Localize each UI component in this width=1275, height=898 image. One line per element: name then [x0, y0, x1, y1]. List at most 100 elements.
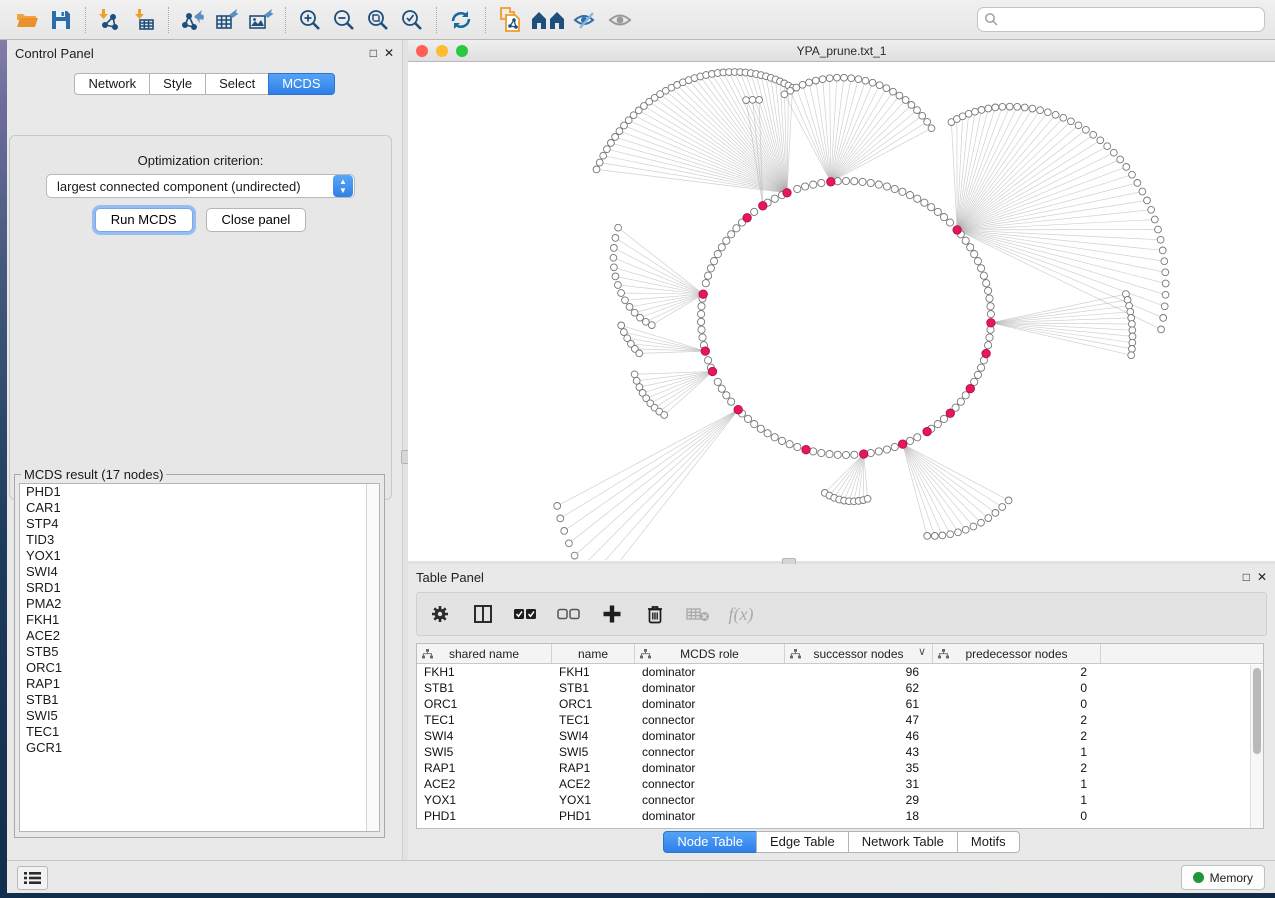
- table-row[interactable]: STB1STB1dominator620: [417, 680, 1263, 696]
- table-cell[interactable]: 0: [933, 696, 1101, 712]
- show-columns-button[interactable]: [470, 601, 496, 627]
- table-cell[interactable]: 46: [785, 728, 933, 744]
- tab-network[interactable]: Network: [74, 73, 150, 95]
- mcds-result-item[interactable]: PMA2: [20, 596, 379, 612]
- mcds-result-item[interactable]: SWI5: [20, 708, 379, 724]
- table-cell[interactable]: 18: [785, 808, 933, 824]
- mcds-result-item[interactable]: PHD1: [20, 484, 379, 500]
- export-image-button[interactable]: [244, 5, 278, 35]
- import-table-button[interactable]: [127, 5, 161, 35]
- tab-style[interactable]: Style: [149, 73, 206, 95]
- scrollbar-thumb[interactable]: [1253, 668, 1261, 754]
- table-row[interactable]: SWI4SWI4dominator462: [417, 728, 1263, 744]
- table-cell[interactable]: RAP1: [417, 760, 552, 776]
- import-network-button[interactable]: [93, 5, 127, 35]
- table-cell[interactable]: TEC1: [552, 712, 635, 728]
- mcds-result-item[interactable]: GCR1: [20, 740, 379, 756]
- save-session-button[interactable]: [44, 5, 78, 35]
- column-header-successor-nodes[interactable]: successor nodes∨: [785, 644, 933, 663]
- table-cell[interactable]: ACE2: [417, 776, 552, 792]
- table-row[interactable]: SWI5SWI5connector431: [417, 744, 1263, 760]
- table-cell[interactable]: SWI5: [552, 744, 635, 760]
- table-row[interactable]: FKH1FKH1dominator962: [417, 664, 1263, 680]
- table-cell[interactable]: connector: [635, 776, 785, 792]
- tab-edge-table[interactable]: Edge Table: [756, 831, 849, 853]
- mcds-result-item[interactable]: TID3: [20, 532, 379, 548]
- float-panel-icon[interactable]: □: [370, 47, 377, 59]
- zoom-fit-button[interactable]: [361, 5, 395, 35]
- table-cell[interactable]: 1: [933, 776, 1101, 792]
- table-cell[interactable]: dominator: [635, 760, 785, 776]
- table-cell[interactable]: TEC1: [417, 712, 552, 728]
- table-cell[interactable]: YOX1: [552, 792, 635, 808]
- mcds-result-item[interactable]: STP4: [20, 516, 379, 532]
- show-all-button[interactable]: [603, 5, 637, 35]
- tab-mcds[interactable]: MCDS: [268, 73, 334, 95]
- table-cell[interactable]: YOX1: [417, 792, 552, 808]
- network-canvas[interactable]: [408, 62, 1275, 560]
- export-network-button[interactable]: [176, 5, 210, 35]
- table-row[interactable]: RAP1RAP1dominator352: [417, 760, 1263, 776]
- table-cell[interactable]: 62: [785, 680, 933, 696]
- table-cell[interactable]: 35: [785, 760, 933, 776]
- table-cell[interactable]: 2: [933, 760, 1101, 776]
- table-cell[interactable]: RAP1: [552, 760, 635, 776]
- mcds-result-item[interactable]: FKH1: [20, 612, 379, 628]
- table-cell[interactable]: 43: [785, 744, 933, 760]
- close-panel-icon[interactable]: ✕: [384, 47, 394, 59]
- table-cell[interactable]: 96: [785, 664, 933, 680]
- table-cell[interactable]: dominator: [635, 728, 785, 744]
- export-table-button[interactable]: [210, 5, 244, 35]
- table-cell[interactable]: 31: [785, 776, 933, 792]
- mcds-result-item[interactable]: STB5: [20, 644, 379, 660]
- table-cell[interactable]: 2: [933, 664, 1101, 680]
- table-row[interactable]: PHD1PHD1dominator180: [417, 808, 1263, 824]
- mcds-result-item[interactable]: CAR1: [20, 500, 379, 516]
- mcds-result-item[interactable]: YOX1: [20, 548, 379, 564]
- table-cell[interactable]: connector: [635, 712, 785, 728]
- mcds-list-scrollbar[interactable]: [366, 484, 379, 831]
- zoom-in-button[interactable]: [293, 5, 327, 35]
- table-cell[interactable]: STB1: [417, 680, 552, 696]
- zoom-selected-button[interactable]: [395, 5, 429, 35]
- table-cell[interactable]: FKH1: [417, 664, 552, 680]
- tab-motifs[interactable]: Motifs: [957, 831, 1020, 853]
- table-cell[interactable]: ORC1: [552, 696, 635, 712]
- first-neighbors-button[interactable]: [527, 5, 569, 35]
- zoom-out-button[interactable]: [327, 5, 361, 35]
- mcds-result-item[interactable]: STB1: [20, 692, 379, 708]
- float-panel-icon[interactable]: □: [1243, 571, 1250, 583]
- run-mcds-button[interactable]: Run MCDS: [95, 208, 193, 232]
- hide-selected-button[interactable]: [569, 5, 603, 35]
- select-all-rows-button[interactable]: [513, 601, 539, 627]
- table-row[interactable]: ORC1ORC1dominator610: [417, 696, 1263, 712]
- table-cell[interactable]: SWI5: [417, 744, 552, 760]
- column-header-shared-name[interactable]: shared name: [417, 644, 552, 663]
- table-cell[interactable]: STB1: [552, 680, 635, 696]
- table-cell[interactable]: 47: [785, 712, 933, 728]
- mcds-result-item[interactable]: ACE2: [20, 628, 379, 644]
- table-scrollbar[interactable]: [1250, 665, 1263, 828]
- apply-layout-button[interactable]: [444, 5, 478, 35]
- close-panel-icon[interactable]: ✕: [1257, 571, 1267, 583]
- table-cell[interactable]: ORC1: [417, 696, 552, 712]
- table-cell[interactable]: 2: [933, 728, 1101, 744]
- table-cell[interactable]: 61: [785, 696, 933, 712]
- table-cell[interactable]: ACE2: [552, 776, 635, 792]
- deselect-all-rows-button[interactable]: [556, 601, 582, 627]
- mcds-result-item[interactable]: TEC1: [20, 724, 379, 740]
- table-cell[interactable]: dominator: [635, 808, 785, 824]
- mcds-result-item[interactable]: SWI4: [20, 564, 379, 580]
- table-cell[interactable]: SWI4: [552, 728, 635, 744]
- column-header-predecessor-nodes[interactable]: predecessor nodes: [933, 644, 1101, 663]
- table-cell[interactable]: 2: [933, 712, 1101, 728]
- memory-button[interactable]: Memory: [1181, 865, 1265, 890]
- new-network-from-selection-button[interactable]: [493, 5, 527, 35]
- table-row[interactable]: TEC1TEC1connector472: [417, 712, 1263, 728]
- table-row[interactable]: ACE2ACE2connector311: [417, 776, 1263, 792]
- table-cell[interactable]: 1: [933, 744, 1101, 760]
- table-cell[interactable]: SWI4: [417, 728, 552, 744]
- network-graph[interactable]: [408, 62, 1275, 560]
- table-cell[interactable]: dominator: [635, 696, 785, 712]
- table-cell[interactable]: 0: [933, 808, 1101, 824]
